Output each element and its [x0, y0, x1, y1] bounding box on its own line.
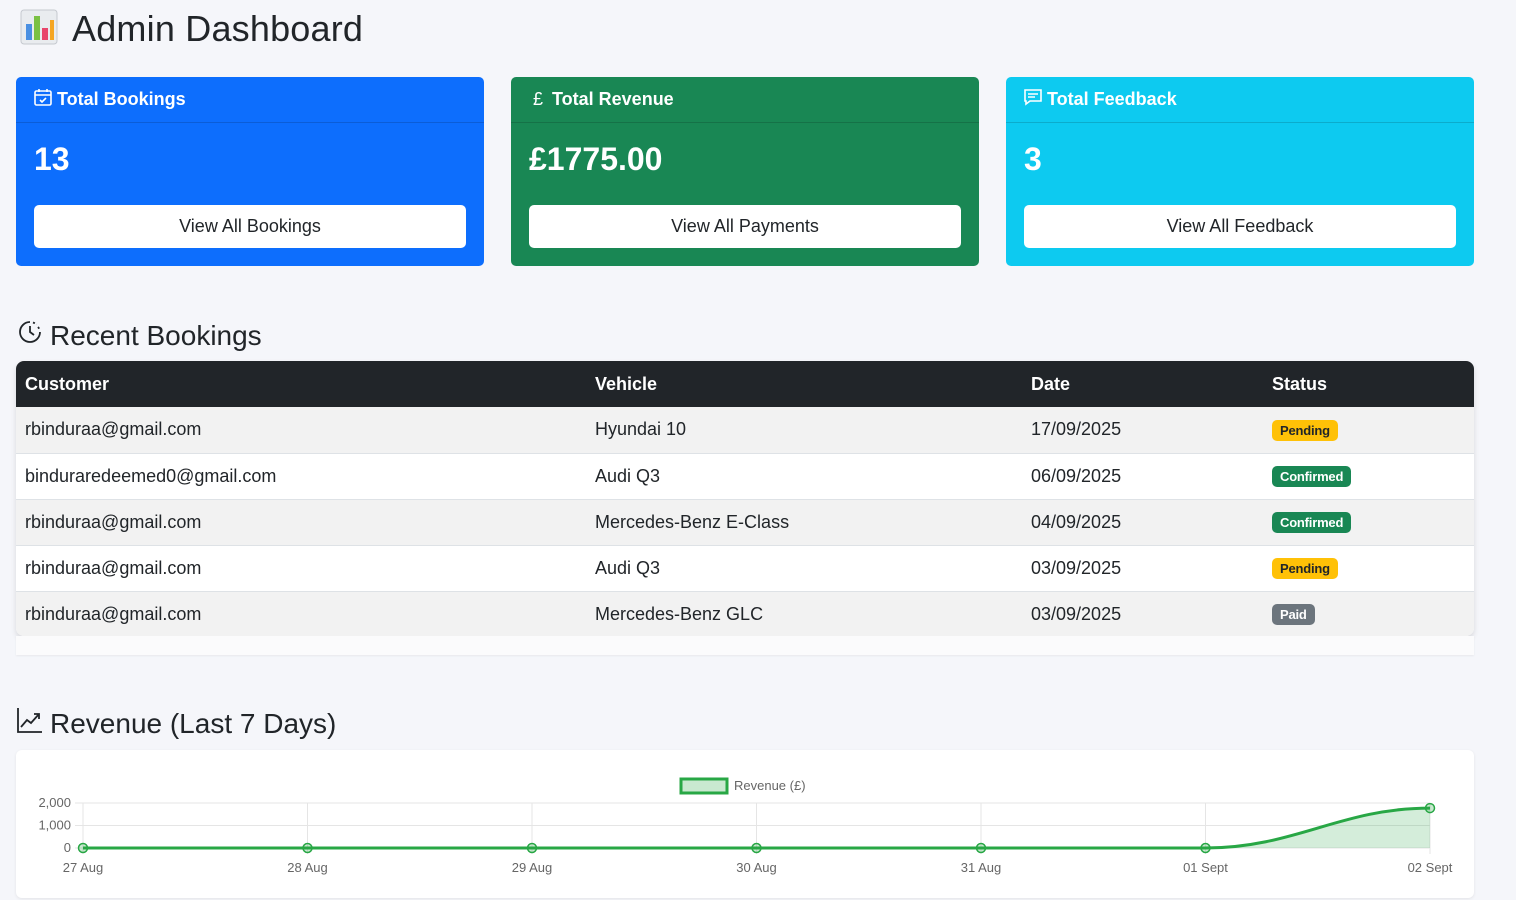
table-footer-strip	[16, 636, 1474, 655]
table-row: rbinduraa@gmail.com Hyundai 10 17/09/202…	[16, 407, 1474, 453]
y-tick-label: 0	[64, 840, 71, 855]
chat-icon	[1023, 87, 1043, 112]
date-cell: 03/09/2025	[1031, 557, 1122, 578]
bar-chart-icon	[20, 8, 58, 51]
table-row: rbinduraa@gmail.com Audi Q3 03/09/2025 P…	[16, 545, 1474, 591]
revenue-heading: Revenue (Last 7 Days)	[16, 706, 336, 741]
data-point	[975, 842, 987, 854]
graph-up-icon	[16, 706, 44, 741]
card-header: Total Feedback	[1006, 77, 1474, 123]
customer-cell: rbinduraa@gmail.com	[25, 511, 202, 532]
data-point	[1424, 802, 1436, 814]
card-title: Total Bookings	[57, 89, 186, 109]
recent-bookings-table: Customer Vehicle Date Status rbinduraa@g…	[16, 361, 1474, 636]
summary-cards: Total Bookings 13 View All Bookings £ To…	[16, 77, 1474, 266]
table-row: binduraredeemed0@gmail.com Audi Q3 06/09…	[16, 453, 1474, 499]
vehicle-cell: Hyundai 10	[595, 419, 687, 440]
section-title: Revenue (Last 7 Days)	[50, 707, 337, 739]
vehicle-cell: Audi Q3	[595, 465, 661, 486]
date-cell: 06/09/2025	[1031, 465, 1122, 486]
data-point	[302, 842, 313, 854]
card-value: £1775.00	[529, 141, 663, 177]
vehicle-cell: Audi Q3	[595, 557, 661, 578]
total-bookings-card: Total Bookings 13 View All Bookings	[16, 77, 484, 266]
status-cell: Confirmed	[1263, 499, 1474, 545]
table-row: rbinduraa@gmail.com Mercedes-Benz GLC 03…	[16, 591, 1474, 636]
date-cell: 04/09/2025	[1031, 511, 1122, 532]
vehicle-cell: Mercedes-Benz GLC	[595, 603, 764, 624]
calendar-check-icon	[33, 87, 53, 112]
card-value: 13	[34, 141, 70, 177]
legend-label: Revenue (£)	[734, 778, 806, 793]
total-feedback-card: Total Feedback 3 View All Feedback	[1006, 77, 1474, 266]
card-header: Total Bookings	[16, 77, 484, 123]
date-cell: 03/09/2025	[1031, 603, 1122, 624]
table-row: rbinduraa@gmail.com Mercedes-Benz E-Clas…	[16, 499, 1474, 545]
y-tick-label: 1,000	[38, 818, 71, 833]
section-title: Recent Bookings	[50, 319, 262, 351]
data-point	[751, 842, 762, 854]
card-value: 3	[1024, 141, 1042, 177]
revenue-chart: 0 1,000 2,000 27 Aug 28 Aug 29 Aug 30 Aug 31 Au…	[38, 777, 1453, 875]
customer-cell: rbinduraa@gmail.com	[25, 603, 202, 624]
clock-history-icon	[16, 318, 44, 353]
customer-cell: rbinduraa@gmail.com	[25, 419, 202, 440]
status-badge: Confirmed	[1272, 512, 1352, 533]
recent-bookings-heading: Recent Bookings	[16, 318, 262, 353]
revenue-chart-card: 0 1,000 2,000 27 Aug 28 Aug 29 Aug 30 Aug 31 Au…	[16, 750, 1474, 898]
card-title: Total Feedback	[1047, 89, 1177, 109]
x-tick-label: 28 Aug	[287, 860, 328, 875]
view-all-payments-button[interactable]: View All Payments	[529, 205, 961, 248]
x-tick-label: 01 Sept	[1183, 860, 1228, 875]
column-header-status: Status	[1272, 373, 1328, 394]
view-all-bookings-button[interactable]: View All Bookings	[34, 205, 466, 248]
status-badge: Pending	[1272, 419, 1338, 441]
customer-cell: rbinduraa@gmail.com	[25, 557, 202, 578]
status-cell: Pending	[1263, 545, 1474, 591]
customer-cell: binduraredeemed0@gmail.com	[25, 465, 277, 486]
column-header-customer: Customer	[25, 373, 110, 394]
x-tick-label: 27 Aug	[63, 860, 104, 875]
table-header-row: Customer Vehicle Date Status	[16, 361, 1474, 407]
column-header-date: Date	[1031, 373, 1071, 394]
status-badge: Confirmed	[1272, 466, 1352, 487]
status-cell: Confirmed	[1263, 453, 1474, 499]
data-point	[1200, 842, 1211, 854]
pound-icon: £	[532, 89, 543, 109]
data-point	[77, 842, 89, 854]
legend-swatch	[679, 777, 729, 795]
view-all-feedback-button[interactable]: View All Feedback	[1024, 205, 1456, 248]
status-badge: Pending	[1272, 558, 1338, 579]
x-tick-label: 30 Aug	[736, 860, 777, 875]
x-tick-label: 31 Aug	[961, 860, 1002, 875]
x-tick-label: 29 Aug	[512, 860, 553, 875]
vehicle-cell: Mercedes-Benz E-Class	[595, 511, 790, 532]
data-point	[526, 842, 538, 854]
column-header-vehicle: Vehicle	[595, 373, 658, 394]
card-header: £ Total Revenue	[511, 77, 979, 123]
page-header: Admin Dashboard	[20, 8, 363, 50]
x-tick-label: 02 Sept	[1408, 860, 1453, 875]
status-badge: Paid	[1272, 604, 1315, 626]
status-cell: Pending	[1263, 407, 1474, 453]
date-cell: 17/09/2025	[1031, 419, 1122, 440]
y-tick-label: 2,000	[38, 795, 71, 810]
status-cell: Paid	[1263, 591, 1474, 636]
total-revenue-card: £ Total Revenue £1775.00 View All Paymen…	[511, 77, 979, 266]
card-title: Total Revenue	[552, 89, 674, 109]
page-title: Admin Dashboard	[72, 8, 364, 49]
